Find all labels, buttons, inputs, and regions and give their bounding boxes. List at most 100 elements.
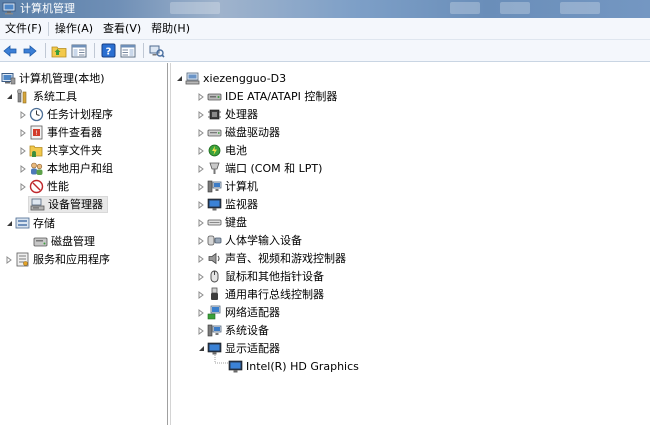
scan-hardware-changes-icon[interactable]: [148, 42, 166, 60]
performance-icon: [28, 179, 44, 195]
collapsed-arrow-icon[interactable]: [196, 142, 206, 159]
title-bar: 计算机管理: [0, 0, 650, 18]
tree-node-local-users-groups[interactable]: 本地用户和组: [18, 160, 113, 177]
toolbar: ?: [0, 40, 650, 62]
collapsed-arrow-icon[interactable]: [196, 322, 206, 339]
collapsed-arrow-icon[interactable]: [196, 214, 206, 231]
keyboard-icon: [206, 215, 222, 231]
window-title: 计算机管理: [20, 2, 75, 15]
menu-help[interactable]: 帮助(H): [146, 19, 195, 39]
device-category-batteries[interactable]: 电池: [196, 142, 247, 159]
tree-node-event-viewer[interactable]: ! 事件查看器: [18, 124, 102, 141]
collapsed-arrow-icon[interactable]: [196, 304, 206, 321]
tree-label: 系统设备: [225, 324, 269, 337]
collapsed-arrow-icon[interactable]: [18, 124, 28, 141]
expanded-arrow-icon[interactable]: [4, 215, 14, 232]
collapsed-arrow-icon[interactable]: [196, 88, 206, 105]
tree-node-disk-management[interactable]: 磁盘管理: [32, 233, 95, 250]
tree-label: 网络适配器: [225, 306, 280, 319]
tree-label: 磁盘管理: [51, 235, 95, 248]
tree-label: 任务计划程序: [47, 108, 113, 121]
tree-node-device-manager[interactable]: 设备管理器: [28, 196, 108, 213]
tree-label: 处理器: [225, 108, 258, 121]
device-category-display-adapters[interactable]: 显示适配器: [196, 340, 280, 357]
device-tree-pane: xiezengguo-D3 IDE ATA/ATAPI 控制器 处理器 磁盘驱动…: [170, 63, 650, 425]
tree-label: Intel(R) HD Graphics: [246, 360, 359, 373]
tree-node-shared-folders[interactable]: 共享文件夹: [18, 142, 102, 159]
collapsed-arrow-icon[interactable]: [196, 268, 206, 285]
collapsed-arrow-icon[interactable]: [196, 124, 206, 141]
expanded-arrow-icon[interactable]: [196, 340, 206, 357]
collapsed-arrow-icon[interactable]: [18, 142, 28, 159]
back-arrow-icon[interactable]: [1, 42, 19, 60]
tree-node-system-tools[interactable]: 系统工具: [4, 88, 77, 105]
device-category-computer[interactable]: 计算机: [196, 178, 258, 195]
show-hide-action-pane-icon[interactable]: [119, 42, 137, 60]
mouse-icon: [206, 269, 222, 285]
tree-label: 声音、视频和游戏控制器: [225, 252, 346, 265]
menu-view[interactable]: 查看(V): [98, 19, 146, 39]
tree-node-computer-management-local[interactable]: 计算机管理(本地): [0, 70, 105, 87]
menu-file[interactable]: 文件(F): [0, 19, 47, 39]
collapsed-arrow-icon[interactable]: [4, 251, 14, 268]
services-icon: [14, 252, 30, 268]
device-root-computer[interactable]: xiezengguo-D3: [174, 70, 286, 87]
tree-label: 系统工具: [33, 90, 77, 103]
tree-node-performance[interactable]: 性能: [18, 178, 69, 195]
blurred-taskbar-item: [170, 2, 220, 14]
device-category-system[interactable]: 系统设备: [196, 322, 269, 339]
tree-label: 计算机: [225, 180, 258, 193]
tree-label: 端口 (COM 和 LPT): [225, 162, 323, 175]
device-category-mice[interactable]: 鼠标和其他指针设备: [196, 268, 324, 285]
tree-node-task-scheduler[interactable]: 任务计划程序: [18, 106, 113, 123]
collapsed-arrow-icon[interactable]: [18, 178, 28, 195]
device-intel-hd-graphics[interactable]: Intel(R) HD Graphics: [227, 358, 359, 375]
collapsed-arrow-icon[interactable]: [196, 196, 206, 213]
device-category-network[interactable]: 网络适配器: [196, 304, 280, 321]
port-icon: [206, 161, 222, 177]
collapsed-arrow-icon[interactable]: [196, 232, 206, 249]
collapsed-arrow-icon[interactable]: [196, 178, 206, 195]
device-category-ide[interactable]: IDE ATA/ATAPI 控制器: [196, 88, 337, 105]
network-adapter-icon: [206, 305, 222, 321]
tree-label: IDE ATA/ATAPI 控制器: [225, 90, 338, 103]
ide-controller-icon: [206, 89, 222, 105]
collapsed-arrow-icon[interactable]: [196, 286, 206, 303]
device-category-keyboards[interactable]: 键盘: [196, 214, 247, 231]
collapsed-arrow-icon[interactable]: [196, 160, 206, 177]
processor-icon: [206, 107, 222, 123]
tree-node-services-applications[interactable]: 服务和应用程序: [4, 251, 110, 268]
expanded-arrow-icon[interactable]: [4, 88, 14, 105]
tree-label: 键盘: [225, 216, 247, 229]
computer-icon: [206, 179, 222, 195]
collapsed-arrow-icon[interactable]: [196, 106, 206, 123]
menu-separator: [47, 21, 49, 36]
device-category-disk-drives[interactable]: 磁盘驱动器: [196, 124, 280, 141]
device-category-monitors[interactable]: 监视器: [196, 196, 258, 213]
up-folder-icon[interactable]: [50, 42, 68, 60]
expanded-arrow-icon[interactable]: [174, 70, 184, 87]
device-category-usb[interactable]: 通用串行总线控制器: [196, 286, 324, 303]
forward-arrow-icon[interactable]: [21, 42, 39, 60]
storage-icon: [14, 216, 30, 232]
tree-label: xiezengguo-D3: [203, 72, 287, 85]
tree-node-storage[interactable]: 存储: [4, 215, 55, 232]
svg-text:!: !: [35, 130, 37, 137]
device-category-ports[interactable]: 端口 (COM 和 LPT): [196, 160, 322, 177]
device-category-sound[interactable]: 声音、视频和游戏控制器: [196, 250, 346, 267]
collapsed-arrow-icon[interactable]: [18, 160, 28, 177]
computer-management-icon: [0, 71, 16, 87]
menu-action[interactable]: 操作(A): [50, 19, 98, 39]
collapsed-arrow-icon[interactable]: [196, 250, 206, 267]
tree-label: 本地用户和组: [47, 162, 113, 175]
system-tools-icon: [14, 89, 30, 105]
collapsed-arrow-icon[interactable]: [18, 106, 28, 123]
display-adapter-icon: [227, 359, 243, 375]
show-hide-console-tree-icon[interactable]: [70, 42, 88, 60]
help-icon[interactable]: ?: [99, 42, 117, 60]
device-category-processors[interactable]: 处理器: [196, 106, 258, 123]
tree-label: 人体学输入设备: [225, 234, 302, 247]
tree-label: 性能: [47, 180, 69, 193]
tree-label: 存储: [33, 217, 55, 230]
device-category-hid[interactable]: 人体学输入设备: [196, 232, 302, 249]
